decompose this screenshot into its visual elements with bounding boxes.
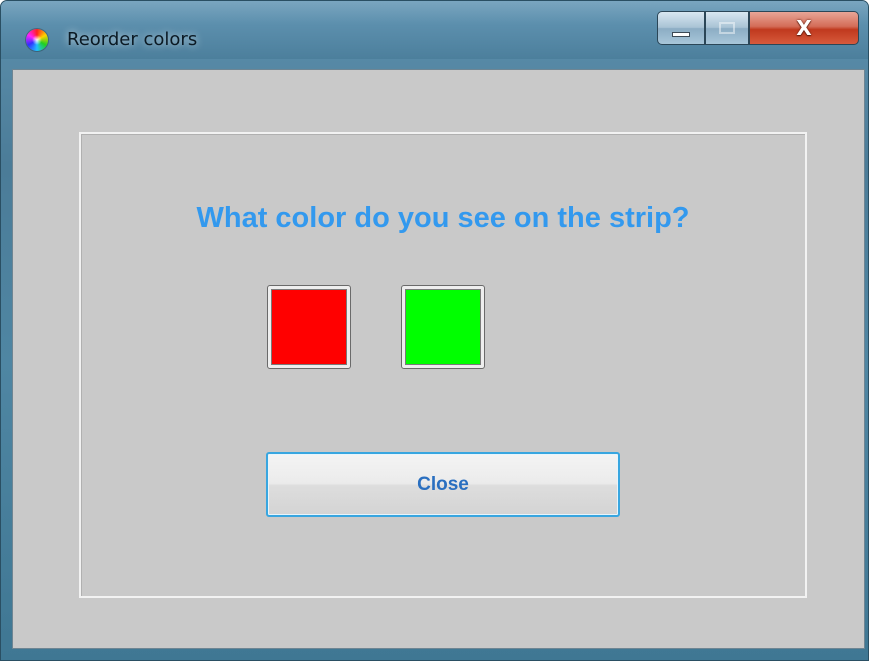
swatch-fill: [405, 289, 481, 365]
color-swatch-red[interactable]: [267, 285, 351, 369]
close-button[interactable]: Close: [266, 452, 620, 517]
title-bar[interactable]: Reorder colors X: [1, 1, 868, 59]
question-label: What color do you see on the strip?: [196, 202, 690, 234]
swatch-fill: [271, 289, 347, 365]
close-button-label: Close: [417, 473, 469, 495]
app-window: Reorder colors X What color do you see o…: [0, 0, 869, 661]
window-title: Reorder colors: [67, 29, 198, 50]
maximize-button[interactable]: [705, 11, 749, 45]
group-frame: What color do you see on the strip? Clos…: [79, 132, 807, 598]
minimize-button[interactable]: [657, 11, 705, 45]
maximize-icon: [719, 22, 735, 34]
minimize-icon: [672, 31, 690, 37]
client-area: What color do you see on the strip? Clos…: [12, 69, 865, 649]
color-wheel-icon: [26, 29, 48, 51]
close-icon: X: [796, 16, 812, 40]
caption-buttons: X: [657, 11, 865, 47]
window-close-button[interactable]: X: [749, 11, 859, 45]
color-swatch-green[interactable]: [401, 285, 485, 369]
